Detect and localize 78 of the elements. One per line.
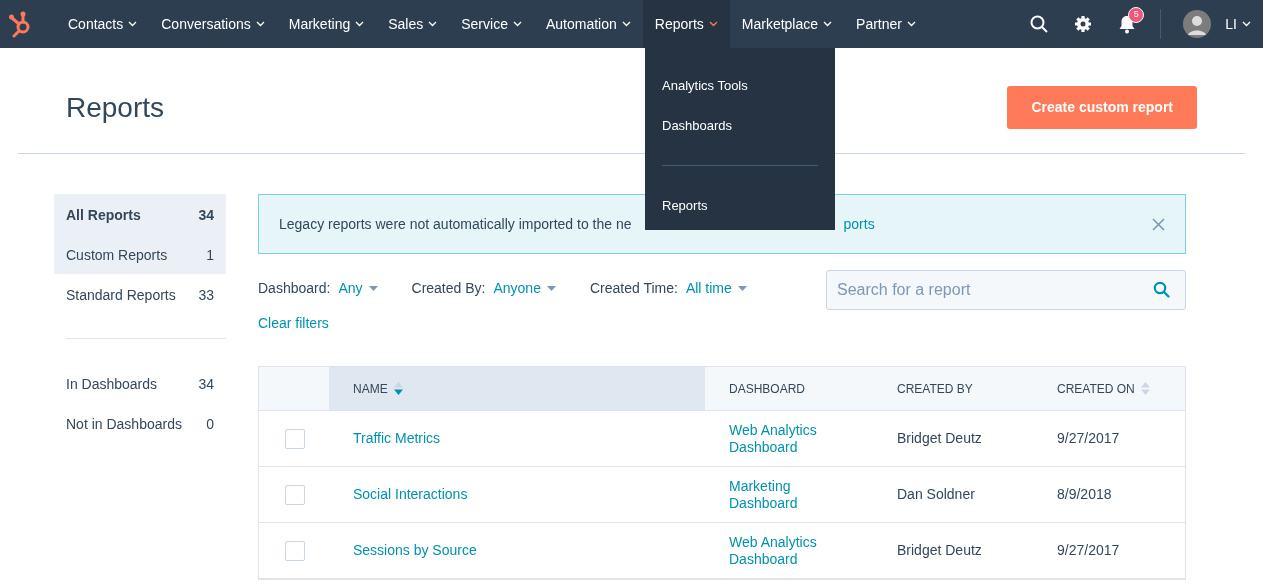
report-link[interactable]: Sessions by Source — [353, 542, 477, 558]
caret-icon — [907, 21, 916, 27]
caret-icon — [255, 21, 265, 27]
row-checkbox[interactable] — [285, 484, 305, 505]
item-count: 34 — [198, 375, 214, 392]
nav-tab[interactable]: Partner — [844, 0, 928, 48]
sort-icon — [393, 382, 403, 395]
caret-icon — [546, 286, 556, 291]
nav-tab[interactable]: Conversations — [149, 0, 277, 48]
item-count: 34 — [198, 206, 214, 223]
account-menu[interactable]: LI — [1225, 0, 1263, 48]
report-link[interactable]: Social Interactions — [353, 486, 468, 502]
report-link[interactable]: Traffic Metrics — [353, 430, 441, 446]
caret-icon — [368, 286, 378, 291]
dashboard-link[interactable]: Marketing Dashboard — [729, 477, 839, 512]
table-cell-text: 9/27/2017 — [1056, 430, 1121, 447]
sidebar-item[interactable]: Standard Reports 33 — [54, 274, 226, 314]
nav-tab[interactable]: Marketplace — [729, 0, 845, 48]
item-count: 0 — [206, 415, 214, 432]
nav-tab[interactable]: Reports — [642, 0, 730, 48]
menu-item[interactable]: Reports — [662, 186, 818, 226]
clear-filters-link[interactable]: Clear filters — [258, 313, 329, 334]
caret-icon — [512, 21, 522, 27]
search-field[interactable]: Search for a report — [826, 270, 1186, 310]
table-cell-text: Bridget Deutz — [896, 430, 983, 447]
filter-dropdown[interactable]: All time — [685, 278, 747, 299]
nav-tab[interactable]: Service — [449, 0, 534, 48]
filter-label: Created Time: — [589, 279, 678, 298]
sidebar-item[interactable]: Not in Dashboards 0 — [54, 403, 226, 443]
column-header[interactable]: CREATED ON — [1033, 367, 1185, 410]
avatar[interactable] — [1183, 10, 1212, 38]
row-checkbox[interactable] — [285, 540, 305, 561]
notification-count: 5 — [1128, 6, 1145, 23]
caret-icon — [708, 21, 718, 27]
search-icon — [1153, 281, 1170, 298]
nav-tab[interactable]: Sales — [376, 0, 450, 48]
sidebar-item[interactable]: Custom Reports 1 — [54, 234, 226, 274]
item-count: 33 — [198, 286, 214, 303]
caret-icon — [737, 286, 747, 291]
caret-icon — [823, 21, 833, 27]
column-header: CREATED BY — [896, 380, 974, 398]
page-title: Reports — [66, 90, 165, 125]
column-header[interactable]: NAME — [329, 367, 705, 410]
search-icon[interactable] — [1030, 15, 1049, 33]
item-count: 1 — [206, 246, 214, 263]
item-label: All Reports — [66, 206, 141, 223]
row-checkbox[interactable] — [285, 428, 305, 449]
column-header: DASHBOARD — [728, 380, 806, 398]
close-icon[interactable] — [1152, 217, 1165, 231]
settings-icon[interactable] — [1074, 15, 1093, 33]
caret-icon — [128, 21, 138, 27]
item-label: Not in Dashboards — [66, 415, 182, 432]
table-cell-text: 8/9/2018 — [1056, 486, 1113, 503]
caret-icon — [1242, 21, 1251, 27]
banner-text: Legacy reports were not automatically imported to the ne — [279, 214, 632, 234]
menu-item[interactable]: Analytics Tools — [662, 66, 818, 106]
table-cell-text: Bridget Deutz — [896, 542, 983, 559]
item-label: In Dashboards — [66, 375, 158, 392]
caret-icon — [355, 21, 365, 27]
dashboard-link[interactable]: Web Analytics Dashboard — [729, 421, 839, 456]
nav-tab[interactable]: Automation — [533, 0, 643, 48]
menu-item[interactable]: Dashboards — [662, 105, 818, 145]
nav-tab[interactable]: Marketing — [276, 0, 377, 48]
nav-tab[interactable]: Contacts — [56, 0, 150, 48]
filter-dropdown[interactable]: Any — [338, 278, 378, 299]
caret-icon — [428, 21, 438, 27]
item-label: Custom Reports — [66, 246, 168, 263]
filter-label: Dashboard: — [258, 279, 331, 298]
sidebar-item[interactable]: All Reports 34 — [54, 194, 226, 234]
table-cell-text: 9/27/2017 — [1056, 542, 1121, 559]
table-cell-text: Dan Soldner — [896, 486, 976, 503]
sort-icon — [1140, 382, 1150, 395]
sidebar-item[interactable]: In Dashboards 34 — [54, 363, 226, 403]
dashboard-link[interactable]: Web Analytics Dashboard — [729, 533, 839, 568]
caret-icon — [621, 21, 631, 27]
item-label: Standard Reports — [66, 286, 176, 303]
filter-label: Created By: — [411, 279, 486, 298]
filter-dropdown[interactable]: Anyone — [493, 278, 556, 299]
